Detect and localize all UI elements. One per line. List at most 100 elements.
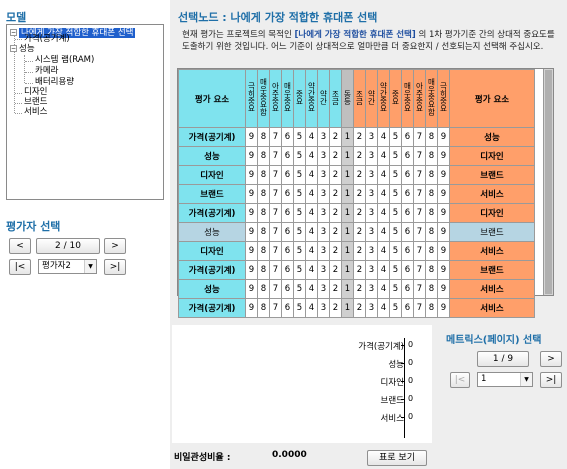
grid-score-cell[interactable]: 8 (257, 298, 270, 318)
grid-score-cell[interactable]: 4 (377, 222, 390, 242)
grid-score-cell[interactable]: 7 (269, 241, 282, 261)
grid-score-cell-equal[interactable]: 1 (341, 222, 354, 242)
grid-score-cell[interactable]: 9 (245, 146, 258, 166)
evaluator-prev-button[interactable]: < (9, 238, 31, 254)
grid-score-cell[interactable]: 9 (245, 222, 258, 242)
grid-score-cell[interactable]: 7 (413, 222, 426, 242)
grid-score-cell[interactable]: 5 (293, 127, 306, 147)
matrix-last-button[interactable]: >| (540, 372, 562, 388)
grid-score-cell[interactable]: 3 (317, 279, 330, 299)
grid-score-cell[interactable]: 8 (425, 279, 438, 299)
grid-score-cell[interactable]: 2 (329, 241, 342, 261)
grid-score-cell[interactable]: 7 (269, 146, 282, 166)
grid-score-cell[interactable]: 5 (389, 298, 402, 318)
grid-score-cell[interactable]: 9 (245, 203, 258, 223)
grid-score-cell[interactable]: 8 (425, 222, 438, 242)
grid-score-cell[interactable]: 8 (425, 127, 438, 147)
grid-score-cell[interactable]: 4 (305, 203, 318, 223)
grid-score-cell[interactable]: 7 (413, 184, 426, 204)
evaluator-page-button[interactable]: 2 / 10 (36, 238, 100, 254)
matrix-select[interactable]: 1 ▼ (477, 372, 533, 387)
model-tree[interactable]: − 나에게 가장 적합한 휴대폰 선택 가격(공기계) − 성능 시스템 램(RAM… (6, 24, 164, 200)
grid-score-cell[interactable]: 4 (377, 241, 390, 261)
grid-score-cell[interactable]: 7 (413, 298, 426, 318)
grid-score-cell[interactable]: 4 (305, 298, 318, 318)
grid-score-cell[interactable]: 4 (377, 298, 390, 318)
chevron-down-icon[interactable]: ▼ (520, 373, 532, 386)
grid-score-cell[interactable]: 6 (401, 127, 414, 147)
chevron-down-icon[interactable]: ▼ (84, 260, 96, 273)
grid-score-cell[interactable]: 2 (353, 165, 366, 185)
grid-score-cell[interactable]: 6 (281, 127, 294, 147)
grid-score-cell[interactable]: 9 (245, 184, 258, 204)
grid-score-cell[interactable]: 6 (281, 260, 294, 280)
grid-score-cell[interactable]: 8 (425, 241, 438, 261)
grid-score-cell[interactable]: 5 (389, 222, 402, 242)
grid-score-cell-equal[interactable]: 1 (341, 279, 354, 299)
grid-score-cell[interactable]: 5 (389, 279, 402, 299)
grid-score-cell[interactable]: 2 (329, 184, 342, 204)
grid-score-cell-equal[interactable]: 1 (341, 165, 354, 185)
grid-score-cell[interactable]: 9 (437, 184, 450, 204)
grid-score-cell[interactable]: 3 (365, 165, 378, 185)
grid-score-cell[interactable]: 8 (257, 222, 270, 242)
grid-score-cell[interactable]: 7 (269, 260, 282, 280)
grid-score-cell[interactable]: 3 (317, 146, 330, 166)
grid-score-cell[interactable]: 4 (377, 146, 390, 166)
grid-score-cell[interactable]: 6 (401, 203, 414, 223)
grid-score-cell[interactable]: 9 (245, 260, 258, 280)
show-table-button[interactable]: 표로 보기 (367, 450, 427, 466)
grid-score-cell[interactable]: 9 (437, 165, 450, 185)
grid-score-cell[interactable]: 8 (257, 184, 270, 204)
grid-score-cell[interactable]: 8 (257, 260, 270, 280)
grid-score-cell[interactable]: 8 (425, 146, 438, 166)
grid-score-cell[interactable]: 5 (293, 222, 306, 242)
grid-score-cell[interactable]: 4 (377, 203, 390, 223)
grid-score-cell[interactable]: 9 (437, 241, 450, 261)
grid-score-cell[interactable]: 6 (281, 203, 294, 223)
tree-node-service[interactable]: 서비스 (24, 107, 47, 118)
grid-score-cell[interactable]: 4 (377, 279, 390, 299)
grid-score-cell[interactable]: 6 (281, 222, 294, 242)
grid-score-cell[interactable]: 3 (365, 203, 378, 223)
grid-score-cell[interactable]: 4 (305, 260, 318, 280)
grid-score-cell[interactable]: 2 (329, 222, 342, 242)
grid-score-cell[interactable]: 2 (353, 203, 366, 223)
grid-score-cell[interactable]: 2 (329, 298, 342, 318)
grid-score-cell[interactable]: 5 (293, 260, 306, 280)
grid-score-cell[interactable]: 3 (317, 165, 330, 185)
grid-score-cell[interactable]: 3 (317, 298, 330, 318)
grid-score-cell[interactable]: 6 (281, 184, 294, 204)
grid-score-cell[interactable]: 6 (401, 165, 414, 185)
grid-score-cell[interactable]: 2 (353, 298, 366, 318)
evaluator-first-button[interactable]: |< (9, 259, 31, 275)
grid-score-cell[interactable]: 5 (293, 298, 306, 318)
grid-score-cell[interactable]: 7 (269, 222, 282, 242)
grid-score-cell[interactable]: 2 (329, 165, 342, 185)
grid-score-cell[interactable]: 5 (389, 203, 402, 223)
grid-score-cell[interactable]: 4 (305, 146, 318, 166)
grid-score-cell[interactable]: 7 (269, 184, 282, 204)
grid-score-cell[interactable]: 6 (401, 260, 414, 280)
grid-score-cell[interactable]: 4 (305, 165, 318, 185)
tree-node-camera[interactable]: 카메라 (35, 66, 58, 77)
grid-score-cell[interactable]: 7 (269, 165, 282, 185)
grid-score-cell[interactable]: 6 (401, 298, 414, 318)
grid-score-cell[interactable]: 8 (425, 298, 438, 318)
grid-score-cell[interactable]: 2 (353, 241, 366, 261)
grid-score-cell[interactable]: 5 (389, 260, 402, 280)
grid-score-cell[interactable]: 4 (377, 127, 390, 147)
grid-score-cell[interactable]: 3 (365, 146, 378, 166)
grid-score-cell[interactable]: 9 (437, 127, 450, 147)
evaluator-next-button[interactable]: > (104, 238, 126, 254)
grid-score-cell[interactable]: 8 (257, 165, 270, 185)
collapse-icon[interactable]: − (10, 29, 17, 36)
grid-score-cell[interactable]: 2 (329, 279, 342, 299)
grid-score-cell[interactable]: 6 (401, 241, 414, 261)
grid-score-cell[interactable]: 3 (317, 184, 330, 204)
grid-score-cell[interactable]: 7 (269, 298, 282, 318)
grid-score-cell[interactable]: 7 (413, 165, 426, 185)
grid-score-cell-equal[interactable]: 1 (341, 241, 354, 261)
grid-score-cell[interactable]: 8 (425, 184, 438, 204)
grid-score-cell[interactable]: 2 (329, 203, 342, 223)
